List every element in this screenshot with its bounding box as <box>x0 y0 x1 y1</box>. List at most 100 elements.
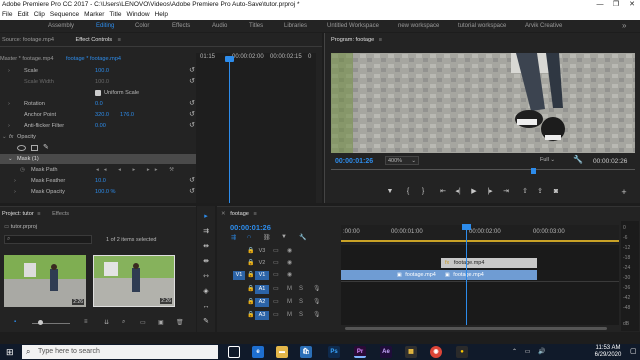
timeline-playhead-handle[interactable] <box>462 224 471 230</box>
solo-icon[interactable]: S <box>299 297 303 307</box>
premiere-icon[interactable]: Pr <box>354 346 366 358</box>
workspace-effects[interactable]: Effects <box>172 20 190 32</box>
track-label[interactable]: A3 <box>255 311 269 320</box>
close-button[interactable]: ✕ <box>624 0 640 10</box>
workspace-new[interactable]: new workspace <box>398 20 439 32</box>
menu-marker[interactable]: Marker <box>84 11 104 18</box>
reset-icon[interactable]: ↺ <box>188 176 196 186</box>
clip-v1-footage-b[interactable]: ▣ footage.mp4 <box>441 270 537 280</box>
workspace-tutorial[interactable]: tutorial workspace <box>458 20 506 32</box>
tab-project[interactable]: Project: tutor <box>2 211 34 217</box>
workspace-audio[interactable]: Audio <box>212 20 227 32</box>
stopwatch-icon[interactable]: ◷ <box>20 165 25 175</box>
ellipse-mask-icon[interactable] <box>17 145 26 151</box>
close-tab-icon[interactable]: ✕ <box>221 211 226 217</box>
file-explorer-icon[interactable]: ▬ <box>276 346 288 358</box>
mic-icon[interactable]: 🎙 <box>313 310 321 320</box>
expand-arrow-icon[interactable]: › <box>8 121 10 131</box>
anchor-y-value[interactable]: 176.0 <box>120 110 134 120</box>
sync-lock-icon[interactable]: ▭ <box>273 284 279 294</box>
sync-lock-icon[interactable]: ▭ <box>273 246 279 256</box>
lock-icon[interactable]: 🔒 <box>247 297 254 307</box>
after-effects-icon[interactable]: Ae <box>380 346 392 358</box>
edge-icon[interactable]: e <box>252 346 264 358</box>
minimize-button[interactable]: — <box>592 0 608 10</box>
expand-arrow-icon[interactable]: ⌄ <box>8 154 13 164</box>
track-lanes[interactable]: fx footage.mp4 ▣ footage.mp4 ▣ footage.m… <box>341 224 619 325</box>
find-icon[interactable]: ⌕ <box>122 319 125 326</box>
tab-effects[interactable]: Effects <box>52 211 69 217</box>
ec-playhead-handle[interactable] <box>225 56 234 62</box>
menu-clip[interactable]: Clip <box>34 11 45 18</box>
expand-arrow-icon[interactable]: › <box>14 176 16 186</box>
lock-icon[interactable]: 🔒 <box>247 270 254 280</box>
rate-stretch-tool-icon[interactable]: ⇿ <box>200 272 212 282</box>
new-bin-icon[interactable]: ▭ <box>140 319 146 326</box>
go-to-out-icon[interactable]: ⇥ <box>501 187 511 197</box>
menu-window[interactable]: Window <box>126 11 149 18</box>
project-menu-icon[interactable]: ≡ <box>37 211 40 217</box>
solo-icon[interactable]: S <box>299 284 303 294</box>
project-search-input[interactable]: ⌕ <box>4 235 92 244</box>
program-video-frame[interactable] <box>331 53 635 153</box>
workspace-untitled[interactable]: Untitled Workspace <box>327 20 379 32</box>
eye-icon[interactable]: ◉ <box>287 246 292 256</box>
add-marker-icon[interactable]: ▼ <box>385 187 395 197</box>
solo-icon[interactable]: S <box>299 310 303 320</box>
automate-icon[interactable]: ⇊ <box>104 319 109 326</box>
sync-lock-icon[interactable]: ▭ <box>273 270 279 280</box>
reset-icon[interactable]: ↺ <box>188 66 196 76</box>
clip-v2-footage[interactable]: fx footage.mp4 <box>441 258 537 268</box>
mic-icon[interactable]: 🎙 <box>313 297 321 307</box>
project-thumb-footage-seq[interactable]: 2:26 <box>93 255 175 307</box>
timeline-timecode[interactable]: 00:00:01:26 <box>230 223 271 232</box>
zoom-select[interactable]: 400% ⌄ <box>385 156 419 165</box>
razor-tool-icon[interactable]: ◈ <box>200 287 212 297</box>
selection-tool-icon[interactable]: ▸ <box>200 212 212 222</box>
taskbar-search-box[interactable]: ⌕ Type here to search <box>22 345 218 359</box>
extract-icon[interactable]: ⇪ <box>535 187 545 197</box>
reset-icon[interactable]: ↺ <box>188 110 196 120</box>
program-scrubber[interactable] <box>331 168 635 179</box>
scale-value[interactable]: 100.0 <box>95 66 109 76</box>
ripple-edit-tool-icon[interactable]: ⇹ <box>200 242 212 252</box>
lift-icon[interactable]: ⇧ <box>520 187 530 197</box>
mute-icon[interactable]: M <box>287 310 292 320</box>
expand-arrow-icon[interactable]: ⌄ <box>2 132 7 142</box>
program-monitor-title[interactable]: Program: footage <box>331 37 374 43</box>
workspace-color[interactable]: Color <box>135 20 149 32</box>
timeline-ruler[interactable]: :00:00 00:00:01:00 00:00:02:00 00:00:03:… <box>341 225 619 243</box>
settings-wrench-icon[interactable]: 🔧 <box>573 155 583 164</box>
add-marker-icon[interactable]: ▼ <box>281 234 287 240</box>
source-patch-v1[interactable]: V1 <box>233 271 245 280</box>
ec-timeline-area[interactable]: 01:15 00:00:02:00 00:00:02:15 0 <box>196 53 316 203</box>
slip-tool-icon[interactable]: ↔ <box>200 302 212 312</box>
timeline-settings-icon[interactable]: 🔧 <box>299 234 306 241</box>
menu-edit[interactable]: Edit <box>17 11 28 18</box>
timeline-scrollbar[interactable] <box>341 325 619 331</box>
timeline-menu-icon[interactable]: ≡ <box>253 211 256 217</box>
sync-lock-icon[interactable]: ▭ <box>273 258 279 268</box>
expand-arrow-icon[interactable]: › <box>8 99 10 109</box>
track-label[interactable]: V3 <box>255 247 269 256</box>
lock-icon[interactable]: 🔒 <box>247 310 254 320</box>
tab-source[interactable]: Source: footage.mp4 <box>2 37 54 43</box>
list-view-icon[interactable]: ▪ <box>14 319 16 325</box>
step-back-icon[interactable]: ◂| <box>453 187 463 197</box>
track-label[interactable]: V1 <box>255 271 269 280</box>
lock-icon[interactable]: 🔒 <box>247 246 254 256</box>
program-menu-icon[interactable]: ≡ <box>379 37 382 43</box>
snap-icon[interactable]: ∩ <box>247 234 251 240</box>
quality-select[interactable]: Full ⌄ <box>540 157 555 163</box>
clip-master-label[interactable]: Master * footage.mp4 <box>0 54 53 64</box>
linked-selection-icon[interactable]: ⛓ <box>263 234 271 241</box>
scrollbar-thumb[interactable] <box>345 327 607 330</box>
work-area-bar[interactable] <box>341 240 619 242</box>
lock-icon[interactable]: 🔒 <box>247 284 254 294</box>
tab-sequence-footage[interactable]: footage <box>230 211 249 217</box>
play-icon[interactable]: ▶ <box>469 187 479 197</box>
ec-playhead[interactable] <box>229 57 230 203</box>
clip-sequence-label[interactable]: footage * footage.mp4 <box>66 54 121 64</box>
maximize-button[interactable]: ❐ <box>608 0 624 10</box>
track-label[interactable]: V2 <box>255 259 269 268</box>
